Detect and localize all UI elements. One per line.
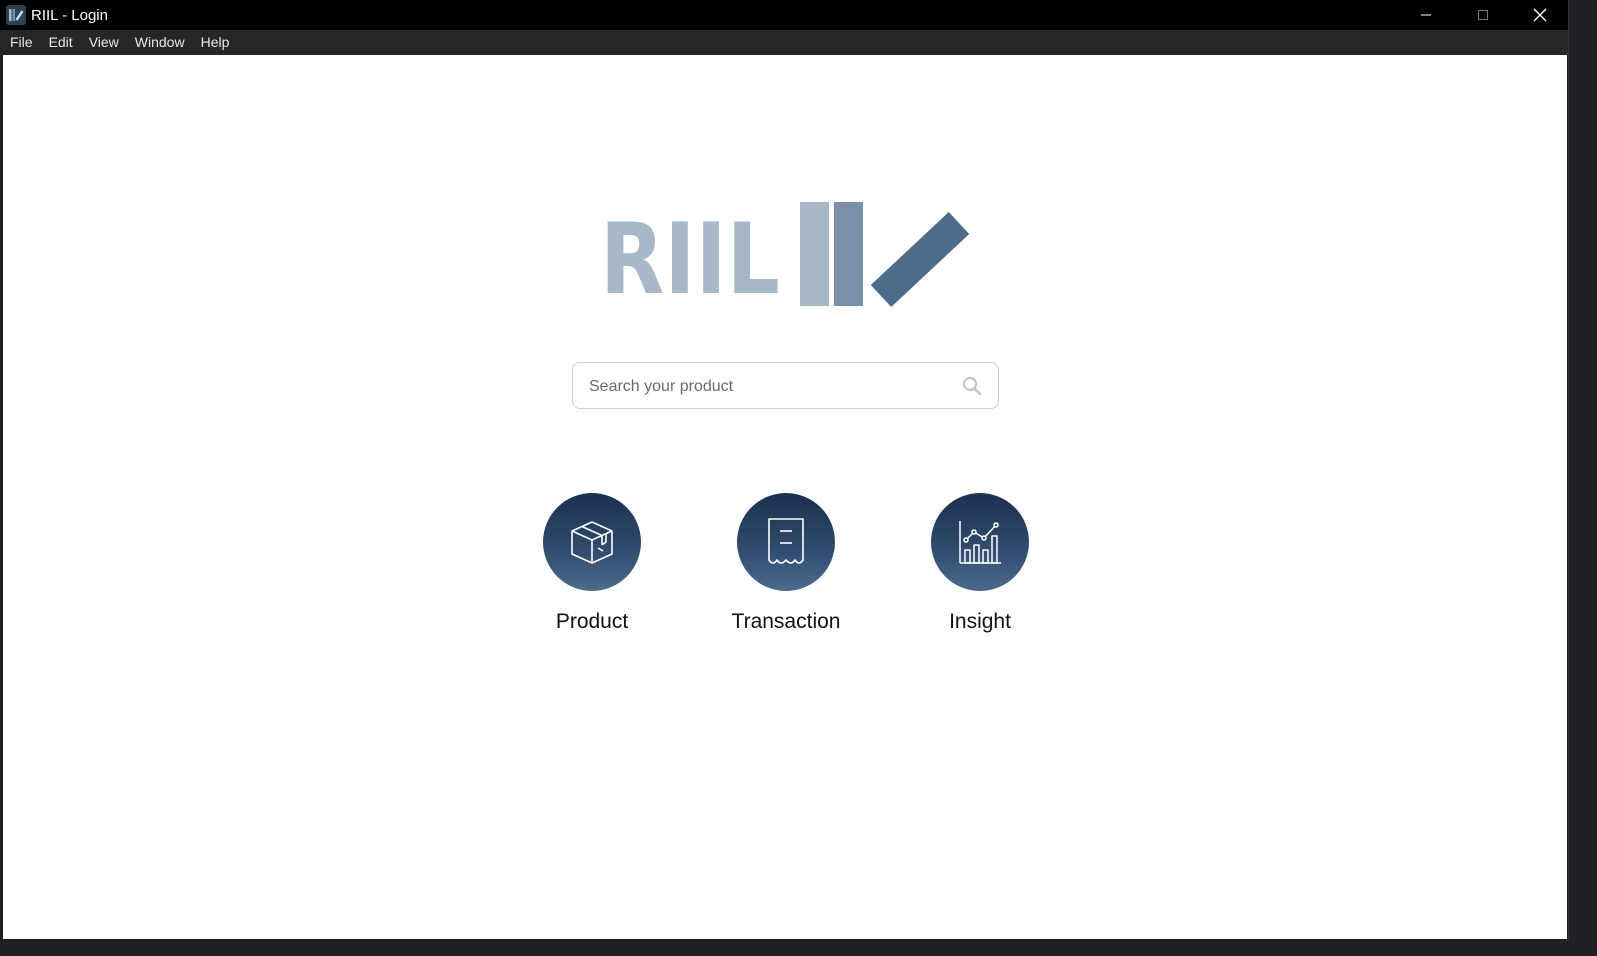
logo-bar-mid (834, 202, 863, 306)
app-window: RIIL - Login File Edit View Window Help … (0, 0, 1569, 941)
tile-insight[interactable]: Insight (905, 493, 1055, 634)
minimize-button[interactable] (1397, 0, 1454, 30)
window-controls (1397, 0, 1568, 30)
minimize-icon (1420, 14, 1431, 16)
logo-text: RIIL (600, 203, 780, 310)
tile-label-insight: Insight (949, 610, 1011, 633)
insight-button[interactable] (931, 493, 1029, 591)
menu-view[interactable]: View (81, 30, 127, 55)
bar-chart-trend-icon (959, 521, 1001, 564)
maximize-button[interactable] (1454, 0, 1511, 30)
tile-transaction[interactable]: Transaction (711, 493, 861, 634)
search-box (572, 362, 999, 410)
maximize-icon (1477, 10, 1488, 20)
logo-slash (870, 212, 970, 307)
app-logo-icon (6, 5, 26, 25)
menu-file[interactable]: File (0, 30, 41, 55)
menu-window[interactable]: Window (127, 30, 193, 55)
logo-bar-light (800, 202, 829, 306)
menu-bar: File Edit View Window Help (0, 30, 1568, 55)
transaction-button[interactable] (737, 493, 835, 591)
package-box-icon (571, 521, 613, 564)
product-button[interactable] (543, 493, 641, 591)
close-icon (1533, 8, 1546, 22)
close-button[interactable] (1511, 0, 1568, 30)
menu-edit[interactable]: Edit (41, 30, 81, 55)
tile-label-transaction: Transaction (731, 610, 841, 633)
tile-product[interactable]: Product (517, 493, 667, 634)
title-bar[interactable]: RIIL - Login (0, 0, 1568, 30)
search-icon[interactable] (962, 376, 982, 396)
search-input[interactable] (587, 363, 951, 410)
window-title: RIIL - Login (31, 6, 108, 24)
tile-label-product: Product (555, 610, 629, 633)
menu-help[interactable]: Help (193, 30, 238, 55)
riil-logo: RIIL (600, 202, 970, 310)
main-content: RIIL Product (3, 55, 1567, 939)
receipt-icon (768, 518, 804, 564)
